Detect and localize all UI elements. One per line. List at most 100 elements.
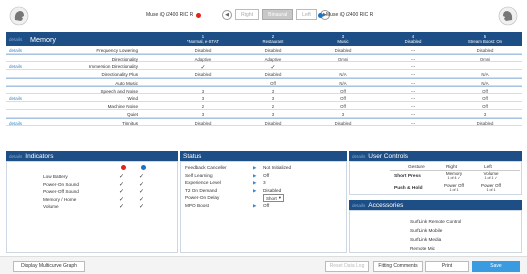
accessories-details-link[interactable]: details <box>352 203 365 208</box>
indicator-left-checkbox[interactable]: ✓ <box>119 188 124 195</box>
memory-cell[interactable]: N/A <box>308 72 378 77</box>
indicator-left-checkbox[interactable]: ✓ <box>119 203 124 210</box>
memory-cell[interactable]: Off <box>450 89 520 94</box>
memory-row-label: Machine Noise <box>107 103 138 109</box>
memory-cell[interactable]: Off <box>450 104 520 109</box>
memory-cell[interactable]: Adaptive <box>168 57 238 62</box>
memory-cell[interactable]: Disabled <box>450 121 520 126</box>
memory-cell[interactable]: 3 <box>238 112 308 117</box>
memory-cell[interactable]: 3 <box>308 112 378 117</box>
memory-cell[interactable]: Disabled <box>238 72 308 77</box>
status-label: Experience Level <box>185 180 221 185</box>
left-indicator-dot-icon <box>121 165 126 170</box>
indicators-details-link[interactable]: details <box>9 154 22 159</box>
left-arrow-icon[interactable]: ◀ <box>222 9 232 20</box>
memory-cell[interactable]: --- <box>378 48 448 53</box>
memory-cell[interactable]: --- <box>378 57 448 62</box>
status-arrow-icon[interactable]: ▶ <box>253 180 256 186</box>
memory-cell[interactable]: Off <box>308 89 378 94</box>
left-ear-head-icon[interactable] <box>9 6 29 26</box>
status-arrow-icon[interactable]: ▶ <box>253 165 256 171</box>
indicator-left-checkbox[interactable]: ✓ <box>119 196 124 203</box>
indicator-right-checkbox[interactable]: ✓ <box>139 203 144 210</box>
memory-cell[interactable]: Disabled <box>168 121 238 126</box>
memory-cell[interactable]: Off <box>450 96 520 101</box>
memory-col-2[interactable]: 2 Restaurant <box>238 34 308 45</box>
power-on-delay-select[interactable]: Short ▾ <box>263 194 285 202</box>
status-arrow-icon[interactable]: ▶ <box>253 203 256 209</box>
memory-cell[interactable]: 3 <box>238 96 308 101</box>
save-button[interactable]: Save <box>472 260 520 272</box>
uc-push-hold-left[interactable]: Power Off 1 of 1 <box>478 183 504 193</box>
memory-cell[interactable]: 3 <box>168 96 238 101</box>
memory-cell[interactable]: Disabled <box>168 48 238 53</box>
memory-cell[interactable]: N/A <box>450 81 520 86</box>
status-row: Self Learning ▶ Off <box>181 173 341 180</box>
uc-short-press-right[interactable]: Memory 1 of 4 ✓ <box>442 171 466 181</box>
indicator-left-checkbox[interactable]: ✓ <box>119 181 124 188</box>
memory-col-4[interactable]: 4 Disabled <box>378 34 448 45</box>
memory-cell[interactable]: Disabled <box>308 121 378 126</box>
memory-cell[interactable]: Off <box>308 104 378 109</box>
segment-right[interactable]: Right <box>235 9 260 20</box>
memory-col-1[interactable]: 1 *Normal, e-STAT <box>168 34 238 45</box>
memory-cell[interactable]: 3 <box>450 112 520 117</box>
indicator-right-checkbox[interactable]: ✓ <box>139 196 144 203</box>
uc-header-gesture: Gesture <box>408 164 425 169</box>
status-arrow-icon[interactable]: ▶ <box>253 173 256 179</box>
indicator-right-checkbox[interactable]: ✓ <box>139 173 144 180</box>
segment-left[interactable]: Left <box>296 9 317 20</box>
memory-cell[interactable]: --- <box>378 121 448 126</box>
memory-cell[interactable]: Off <box>308 96 378 101</box>
memory-col-5[interactable]: 5 Stream Boost: On <box>448 34 522 45</box>
segment-binaural[interactable]: Binaural <box>262 9 294 20</box>
indicator-right-checkbox[interactable]: ✓ <box>139 188 144 195</box>
indicator-right-checkbox[interactable]: ✓ <box>139 181 144 188</box>
memory-cell[interactable]: N/A <box>308 81 378 86</box>
fitting-comments-button[interactable]: Fitting Comments <box>373 260 423 272</box>
left-device-label: Muse iQ i2400 RIC R <box>146 12 202 18</box>
memory-cell[interactable]: Omni <box>450 57 520 62</box>
indicator-left-checkbox[interactable]: ✓ <box>119 173 124 180</box>
print-button[interactable]: Print <box>425 260 469 272</box>
status-arrow-icon[interactable]: ▶ <box>253 188 256 194</box>
memory-group-details-link[interactable]: details <box>9 121 25 126</box>
memory-cell[interactable]: 2 <box>168 104 238 109</box>
uc-subvalue: 1 of 1 <box>486 188 496 192</box>
memory-cell[interactable]: 2 <box>238 104 308 109</box>
memory-group-details-link[interactable]: details <box>9 64 25 69</box>
memory-cell[interactable]: Disabled <box>308 48 378 53</box>
memory-cell[interactable]: --- <box>378 72 448 77</box>
user-controls-details-link[interactable]: details <box>352 154 365 159</box>
memory-cell[interactable]: 3 <box>168 89 238 94</box>
memory-cell[interactable]: N/A <box>450 72 520 77</box>
right-ear-head-icon[interactable] <box>498 6 518 26</box>
memory-cell[interactable]: Disabled <box>168 72 238 77</box>
memory-cell[interactable]: --- <box>378 89 448 94</box>
memory-cell[interactable]: Disabled <box>238 48 308 53</box>
memory-group-details-link[interactable]: details <box>9 48 25 53</box>
display-multicurve-graph-button[interactable]: Display Multicurve Graph <box>13 260 85 272</box>
memory-cell[interactable]: 3 <box>238 89 308 94</box>
memory-group-details-link[interactable]: details <box>9 96 25 101</box>
memory-cell[interactable]: Disabled <box>450 48 520 53</box>
memory-cell[interactable]: --- <box>378 81 448 86</box>
memory-cell[interactable]: Adaptive <box>238 57 308 62</box>
uc-push-hold-right[interactable]: Power Off 1 of 1 <box>442 183 466 193</box>
memory-cell[interactable]: Omni <box>308 57 378 62</box>
uc-short-press-left[interactable]: Volume 1 of 1 ✓ <box>478 171 504 181</box>
memory-cell[interactable]: Off <box>238 81 308 86</box>
memory-row: details Immersion Directionality ✓ ✓ --- <box>6 62 522 71</box>
indicators-header: details Indicators <box>6 151 178 161</box>
memory-cell[interactable]: Disabled <box>238 121 308 126</box>
reset-data-log-button[interactable]: Reset Data Log <box>325 260 369 272</box>
memory-rows: details Frequency Lowering Disabled Disable… <box>6 46 522 126</box>
memory-cell[interactable]: --- <box>378 96 448 101</box>
memory-cell[interactable]: --- <box>378 104 448 109</box>
memory-details-link[interactable]: details <box>9 37 22 42</box>
memory-cell[interactable]: 3 <box>168 112 238 117</box>
memory-cell[interactable]: --- <box>378 64 448 69</box>
memory-col-3[interactable]: 3 Music <box>308 34 378 45</box>
indicator-label: Power-Off Sound <box>43 189 79 194</box>
memory-cell[interactable]: --- <box>378 112 448 117</box>
